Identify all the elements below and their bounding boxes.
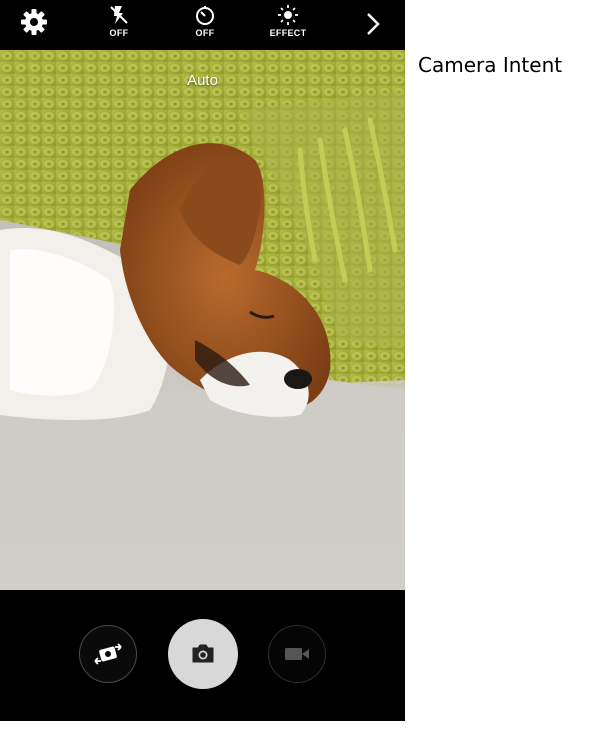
flash-off-icon [110, 6, 128, 24]
gear-icon [21, 9, 47, 35]
camera-bottom-controls [0, 590, 405, 721]
camera-icon [192, 644, 214, 663]
timer-toggle-button[interactable]: OFF [177, 4, 233, 46]
page-caption: Camera Intent [418, 53, 563, 77]
record-video-button[interactable] [268, 625, 326, 683]
flash-toggle-button[interactable]: OFF [91, 4, 147, 46]
flash-label: OFF [109, 28, 129, 38]
camera-app: OFF OFF EFFECT Auto [0, 0, 405, 721]
effect-label: EFFECT [269, 28, 307, 38]
camera-viewfinder[interactable]: Auto [0, 50, 405, 590]
timer-icon [196, 6, 214, 25]
camera-mode-label: Auto [187, 72, 218, 89]
switch-camera-button[interactable] [79, 625, 137, 683]
shutter-button[interactable] [168, 619, 238, 689]
viewfinder-preview-image [0, 50, 405, 590]
chevron-right-icon [367, 13, 380, 35]
effect-icon [278, 5, 298, 25]
more-options-button[interactable] [355, 10, 391, 52]
camera-top-toolbar: OFF OFF EFFECT [0, 0, 405, 50]
timer-label: OFF [195, 28, 215, 38]
switch-camera-icon [94, 643, 122, 665]
settings-button[interactable] [6, 7, 62, 49]
video-camera-icon [285, 648, 309, 660]
effect-button[interactable]: EFFECT [260, 4, 316, 46]
